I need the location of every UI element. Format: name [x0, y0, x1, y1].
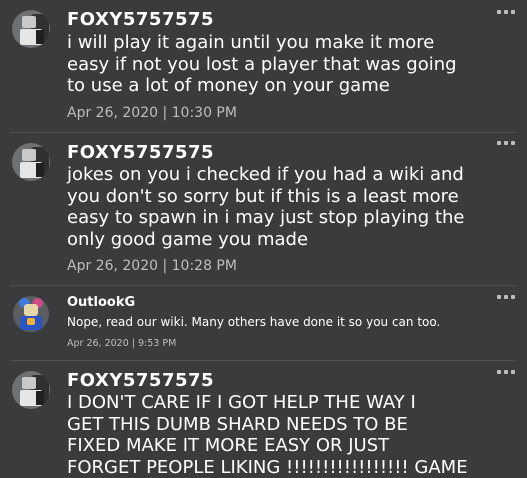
- comment-text: Nope, read our wiki. Many others have do…: [67, 314, 440, 330]
- avatar[interactable]: [12, 371, 50, 409]
- comment-username[interactable]: FOXY5757575: [67, 142, 214, 163]
- more-options-icon[interactable]: [497, 140, 515, 146]
- comment-text: I DON'T CARE IF I GOT HELP THE WAY I GET…: [67, 392, 468, 478]
- comment-text-line: easy to spawn in i may just stop playing…: [67, 207, 465, 229]
- comment-text: jokes on you i checked if you had a wiki…: [67, 164, 465, 250]
- comment-timestamp: Apr 26, 2020 | 10:30 PM: [67, 105, 237, 121]
- comment-timestamp: Apr 26, 2020 | 9:53 PM: [67, 338, 176, 349]
- comment-item: FOXY5757575 jokes on you i checked if yo…: [0, 133, 527, 285]
- comment-text-line: FIXED MAKE IT MORE EASY OR JUST: [67, 435, 468, 457]
- comment-text: i will play it again until you make it m…: [67, 32, 457, 97]
- comment-username[interactable]: OutlookG: [67, 295, 135, 310]
- comment-item: FOXY5757575 I DON'T CARE IF I GOT HELP T…: [0, 361, 527, 461]
- avatar[interactable]: [13, 296, 49, 332]
- comment-item: OutlookG Nope, read our wiki. Many other…: [0, 286, 527, 360]
- more-options-icon[interactable]: [497, 9, 515, 15]
- comment-text-line: jokes on you i checked if you had a wiki…: [67, 164, 465, 186]
- comment-text-line: you don't so sorry but if this is a leas…: [67, 186, 465, 208]
- comment-username[interactable]: FOXY5757575: [67, 370, 214, 391]
- comment-username[interactable]: FOXY5757575: [67, 9, 214, 30]
- comment-text-line: GET THIS DUMB SHARD NEEDS TO BE: [67, 414, 468, 436]
- comment-text-line: I DON'T CARE IF I GOT HELP THE WAY I: [67, 392, 468, 414]
- comment-text-line: easy if not you lost a player that was g…: [67, 54, 457, 76]
- comment-text-line: to use a lot of money on your game: [67, 75, 457, 97]
- comment-item: FOXY5757575 i will play it again until y…: [0, 0, 527, 132]
- comment-text-line: Nope, read our wiki. Many others have do…: [67, 314, 440, 330]
- more-options-icon[interactable]: [497, 294, 515, 300]
- more-options-icon[interactable]: [497, 369, 515, 375]
- comment-timestamp: Apr 26, 2020 | 10:28 PM: [67, 258, 237, 274]
- avatar[interactable]: [12, 143, 50, 181]
- comment-text-line: FORGET PEOPLE LIKING !!!!!!!!!!!!!!!!! G…: [67, 457, 468, 478]
- avatar[interactable]: [12, 10, 50, 48]
- comment-text-line: only good game you made: [67, 229, 465, 251]
- comment-text-line: i will play it again until you make it m…: [67, 32, 457, 54]
